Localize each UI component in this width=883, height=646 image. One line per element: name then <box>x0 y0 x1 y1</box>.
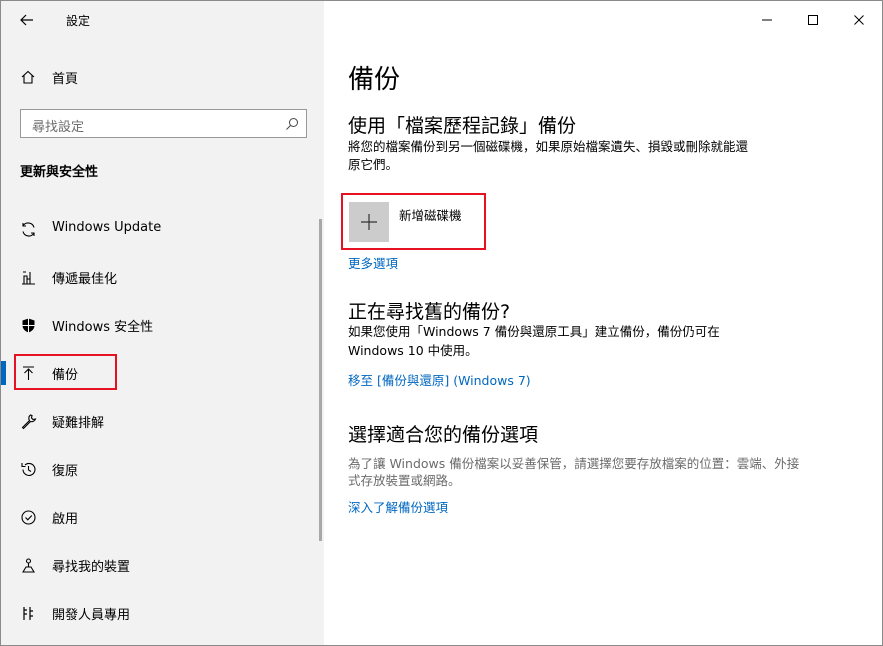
choose-option-description-line1: 為了讓 Windows 備份檔案以妥善保管，請選擇您要存放檔案的位置：雲端、外接 <box>348 456 800 471</box>
wrench-icon <box>21 414 37 430</box>
sidebar-item-windows-security[interactable]: Windows 安全性 <box>1 305 319 345</box>
highlight-box <box>14 354 117 390</box>
sidebar-item-label: 疑難排解 <box>52 416 105 431</box>
home-icon <box>21 70 35 84</box>
page-title: 備份 <box>348 65 401 95</box>
old-backup-heading: 正在尋找舊的備份? <box>348 301 511 323</box>
sidebar-item-label: Windows 安全性 <box>52 320 154 335</box>
file-history-heading: 使用「檔案歷程記錄」備份 <box>348 115 577 137</box>
sidebar-item-activation[interactable]: 啟用 <box>1 497 319 537</box>
search-icon <box>286 118 298 130</box>
search-placeholder: 尋找設定 <box>32 120 85 135</box>
backup-restore-win7-link[interactable]: 移至 [備份與還原] (Windows 7) <box>348 370 531 389</box>
sidebar-item-label: 開發人員專用 <box>52 608 131 623</box>
main-content: 備份 使用「檔案歷程記錄」備份 將您的檔案備份到另一個磁碟機，如果原始檔案遺失、… <box>324 1 882 645</box>
file-history-description-line2: 原它們。 <box>348 157 399 172</box>
sidebar-item-label: 復原 <box>52 464 79 479</box>
sidebar-item-for-developers[interactable]: 開發人員專用 <box>1 593 319 633</box>
title-bar: 設定 <box>1 1 324 39</box>
sidebar-item-home[interactable]: 首頁 <box>1 63 324 91</box>
file-history-description-line1: 將您的檔案備份到另一個磁碟機，如果原始檔案遺失、損毀或刪除就能還 <box>348 139 749 154</box>
old-backup-description-line2: Windows 10 中使用。 <box>348 343 478 358</box>
old-backup-description-line1: 如果您使用「Windows 7 備份與還原工具」建立備份，備份仍可在 <box>348 324 720 339</box>
check-circle-icon <box>21 510 36 525</box>
search-input[interactable]: 尋找設定 <box>20 109 307 138</box>
sidebar-item-find-my-device[interactable]: 尋找我的裝置 <box>1 545 319 585</box>
more-options-link[interactable]: 更多選項 <box>348 253 398 272</box>
settings-window: 設定 首頁 尋找設定 更新與安全性 Windows Update 傳遞最佳化 W… <box>0 0 883 646</box>
delivery-optimization-icon <box>22 271 35 285</box>
sidebar-scrollbar[interactable] <box>319 219 322 541</box>
back-arrow-icon <box>20 14 33 26</box>
learn-backup-options-link[interactable]: 深入了解備份選項 <box>348 497 448 516</box>
sidebar-item-label: 首頁 <box>52 72 79 87</box>
plus-icon <box>361 214 377 230</box>
sidebar-item-label: 尋找我的裝置 <box>52 560 131 575</box>
add-drive-label: 新增磁碟機 <box>399 208 462 223</box>
sidebar-item-label: Windows Update <box>52 220 162 235</box>
find-device-icon <box>22 558 35 573</box>
sidebar-item-recovery[interactable]: 復原 <box>1 449 319 489</box>
sidebar-item-label: 傳遞最佳化 <box>52 272 118 287</box>
sidebar-item-label: 啟用 <box>52 512 79 527</box>
sidebar: 設定 首頁 尋找設定 更新與安全性 Windows Update 傳遞最佳化 W… <box>1 1 324 645</box>
recovery-icon <box>21 462 36 476</box>
choose-option-description-line2: 式存放裝置或網路。 <box>348 473 461 488</box>
sidebar-item-troubleshoot[interactable]: 疑難排解 <box>1 401 319 441</box>
developer-icon <box>23 607 33 620</box>
choose-option-heading: 選擇適合您的備份選項 <box>348 424 539 446</box>
sidebar-item-windows-update[interactable]: Windows Update <box>1 209 319 249</box>
refresh-icon <box>22 222 35 237</box>
back-button[interactable] <box>13 7 41 33</box>
section-title: 更新與安全性 <box>20 165 99 180</box>
sidebar-item-delivery-optimization[interactable]: 傳遞最佳化 <box>1 257 319 297</box>
shield-icon <box>22 318 35 333</box>
add-drive-button[interactable]: 新增磁碟機 <box>341 193 486 250</box>
add-drive-tile <box>349 202 389 242</box>
app-title: 設定 <box>66 14 91 28</box>
